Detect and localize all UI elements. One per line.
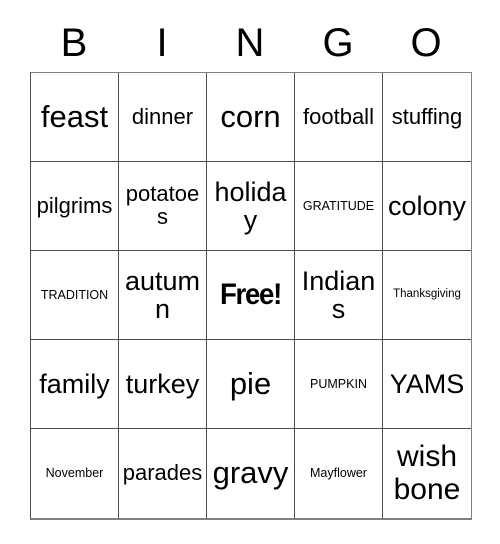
bingo-cell-label: GRATITUDE (302, 198, 375, 213)
bingo-cell-label: Mayflower (310, 466, 367, 480)
bingo-cell-label: corn (220, 98, 281, 134)
bingo-cell-label: football (303, 103, 374, 129)
bingo-cell-label: family (39, 368, 110, 399)
free-space-label: Free! (219, 278, 282, 312)
bingo-cell-label: parades (122, 460, 203, 486)
header-letter-i: I (156, 21, 168, 65)
bingo-cell[interactable]: pie (207, 340, 295, 429)
bingo-cell-label: colony (387, 190, 467, 221)
bingo-cell-label: PUMPKIN (310, 376, 367, 391)
bingo-cell-label: stuffing (391, 103, 463, 129)
bingo-cell[interactable]: pilgrims (31, 162, 119, 251)
bingo-cell-label: holiday (214, 176, 287, 235)
bingo-row: family turkey pie PUMPKIN YAMS (31, 340, 471, 429)
bingo-cell[interactable]: turkey (119, 340, 207, 429)
bingo-cell-label: potatoes (125, 181, 200, 229)
bingo-cell-label: pilgrims (36, 192, 113, 218)
bingo-cell-label: TRADITION (40, 287, 109, 302)
bingo-cell[interactable]: dinner (119, 73, 207, 162)
bingo-cell-label: autumn (124, 265, 201, 324)
bingo-cell[interactable]: Indians (295, 251, 383, 340)
bingo-cell[interactable]: football (295, 73, 383, 162)
bingo-cell[interactable]: PUMPKIN (295, 340, 383, 429)
bingo-cell[interactable]: Mayflower (295, 429, 383, 518)
bingo-cell-label: November (45, 466, 104, 480)
bingo-cell[interactable]: autumn (119, 251, 207, 340)
bingo-row: TRADITION autumn Free! Indians Thanksgiv… (31, 251, 471, 340)
bingo-cell[interactable]: GRATITUDE (295, 162, 383, 251)
bingo-header-row: B I N G O (30, 14, 470, 72)
bingo-cell-label: Thanksgiving (393, 288, 461, 301)
bingo-cell[interactable]: Thanksgiving (383, 251, 471, 340)
bingo-grid: feast dinner corn football stuffing pilg… (30, 72, 472, 520)
bingo-cell[interactable]: feast (31, 73, 119, 162)
bingo-cell[interactable]: corn (207, 73, 295, 162)
bingo-cell[interactable]: holiday (207, 162, 295, 251)
bingo-cell[interactable]: parades (119, 429, 207, 518)
bingo-row: feast dinner corn football stuffing (31, 73, 471, 162)
bingo-row: pilgrims potatoes holiday GRATITUDE colo… (31, 162, 471, 251)
header-letter-g: G (322, 21, 354, 65)
bingo-cell[interactable]: YAMS (383, 340, 471, 429)
header-letter-n: N (235, 21, 265, 65)
bingo-cell[interactable]: November (31, 429, 119, 518)
bingo-cell-label: pie (229, 365, 272, 401)
bingo-cell-label: wish bone (393, 440, 461, 506)
bingo-row: November parades gravy Mayflower wish bo… (31, 429, 471, 518)
bingo-cell[interactable]: wish bone (383, 429, 471, 518)
bingo-cell[interactable]: family (31, 340, 119, 429)
bingo-cell-label: turkey (125, 368, 200, 399)
bingo-cell[interactable]: colony (383, 162, 471, 251)
bingo-cell[interactable]: gravy (207, 429, 295, 518)
bingo-cell[interactable]: TRADITION (31, 251, 119, 340)
bingo-cell-label: dinner (131, 103, 194, 129)
bingo-cell[interactable]: potatoes (119, 162, 207, 251)
header-letter-o: O (410, 21, 442, 65)
bingo-cell-label: Indians (301, 265, 376, 324)
bingo-cell-label: gravy (212, 455, 289, 491)
bingo-cell-free[interactable]: Free! (207, 251, 295, 340)
bingo-cell-label: feast (40, 98, 109, 134)
header-letter-b: B (60, 21, 88, 65)
bingo-cell[interactable]: stuffing (383, 73, 471, 162)
bingo-cell-label: YAMS (389, 368, 465, 399)
bingo-card: B I N G O feast dinner corn football stu… (30, 14, 472, 520)
